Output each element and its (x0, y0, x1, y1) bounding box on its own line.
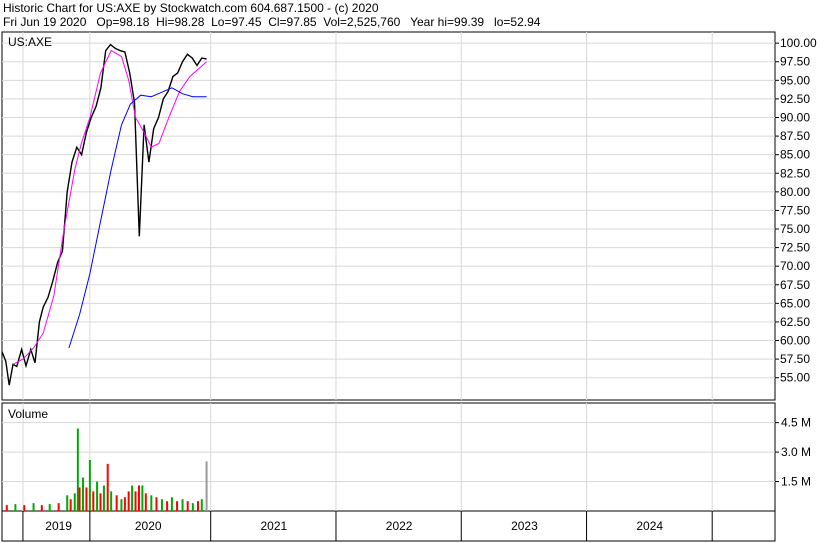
price-tick-label: 72.50 (780, 241, 810, 255)
volume-bar (127, 491, 130, 511)
year-label: 2022 (386, 519, 413, 533)
volume-bar (82, 477, 85, 511)
volume-bar (196, 501, 199, 511)
volume-panel-frame (1, 402, 776, 512)
volume-bar (88, 459, 91, 511)
price-tick-label: 92.50 (780, 92, 810, 106)
volume-bar (48, 504, 51, 511)
year-label: 2023 (511, 519, 538, 533)
volume-tick-label: 3.0 M (781, 445, 811, 459)
price-tick-label: 80.00 (780, 185, 810, 199)
volume-bar (85, 487, 88, 511)
price-tick-label: 57.50 (780, 352, 810, 366)
price-tick-label: 70.00 (780, 259, 810, 273)
volume-bar (123, 497, 126, 511)
volume-bar (155, 497, 158, 511)
volume-bar (92, 491, 95, 511)
volume-bar (40, 505, 43, 511)
volume-bar (78, 487, 81, 511)
volume-bar (186, 501, 189, 511)
price-tick-label: 90.00 (780, 110, 810, 124)
price-tick-label: 87.50 (780, 129, 810, 143)
volume-panel-label: Volume (8, 407, 48, 421)
volume-bar (76, 428, 79, 511)
volume-bar (120, 499, 123, 511)
volume-bar (205, 461, 208, 511)
price-panel-frame (1, 31, 776, 401)
year-label: 2024 (636, 519, 663, 533)
price-tick-label: 77.50 (780, 203, 810, 217)
volume-bar (69, 499, 72, 511)
price-tick-label: 100.00 (780, 36, 817, 50)
price-tick-label: 95.00 (780, 73, 810, 87)
stock-chart: 100.00 97.50 95.00 92.50 90.00 87.50 85.00 82.5… (1, 31, 817, 542)
volume-bar (102, 485, 105, 511)
volume-tick-label: 4.5 M (781, 416, 811, 430)
volume-bar (96, 481, 99, 511)
year-label: 2019 (45, 519, 72, 533)
volume-bar (5, 505, 8, 511)
volume-bar (134, 491, 137, 511)
price-lines (1, 43, 207, 386)
volume-bar (137, 485, 140, 511)
volume-bar (32, 503, 35, 511)
volume-bar (131, 485, 134, 511)
price-tick-label: 75.00 (780, 222, 810, 236)
year-label: 2021 (261, 519, 288, 533)
volume-bar (14, 504, 17, 511)
price-tick-label: 62.50 (780, 315, 810, 329)
volume-bar (176, 501, 179, 511)
price-tick-label: 65.00 (780, 296, 810, 310)
volume-bar (23, 505, 26, 511)
volume-bar (57, 503, 60, 511)
price-tick-label: 85.00 (780, 148, 810, 162)
price-panel-label: US:AXE (8, 35, 52, 49)
volume-bars (5, 428, 208, 511)
year-label: 2020 (135, 519, 162, 533)
volume-bar (66, 495, 69, 511)
volume-bar (181, 499, 184, 511)
price-tick-label: 67.50 (780, 278, 810, 292)
volume-bar (144, 493, 147, 511)
volume-bar (115, 495, 118, 511)
price-tick-label: 55.00 (780, 371, 810, 385)
volume-bar (141, 485, 144, 511)
volume-bar (200, 499, 203, 511)
volume-bar (166, 501, 169, 511)
volume-bar (160, 499, 163, 511)
price-line (1, 43, 207, 386)
volume-bar (106, 463, 109, 511)
volume-bar (110, 491, 113, 511)
axis-ticks: 100.00 97.50 95.00 92.50 90.00 87.50 85.00 82.5… (22, 36, 817, 541)
price-tick-label: 97.50 (780, 55, 810, 69)
price-tick-label: 60.00 (780, 334, 810, 348)
gridlines (2, 32, 775, 511)
price-tick-label: 82.50 (780, 166, 810, 180)
ma_short-line (12, 49, 207, 365)
volume-bar (73, 493, 76, 511)
volume-tick-label: 1.5 M (781, 475, 811, 489)
volume-bar (191, 503, 194, 511)
volume-bar (99, 493, 102, 511)
volume-bar (150, 495, 153, 511)
volume-bar (170, 497, 173, 511)
